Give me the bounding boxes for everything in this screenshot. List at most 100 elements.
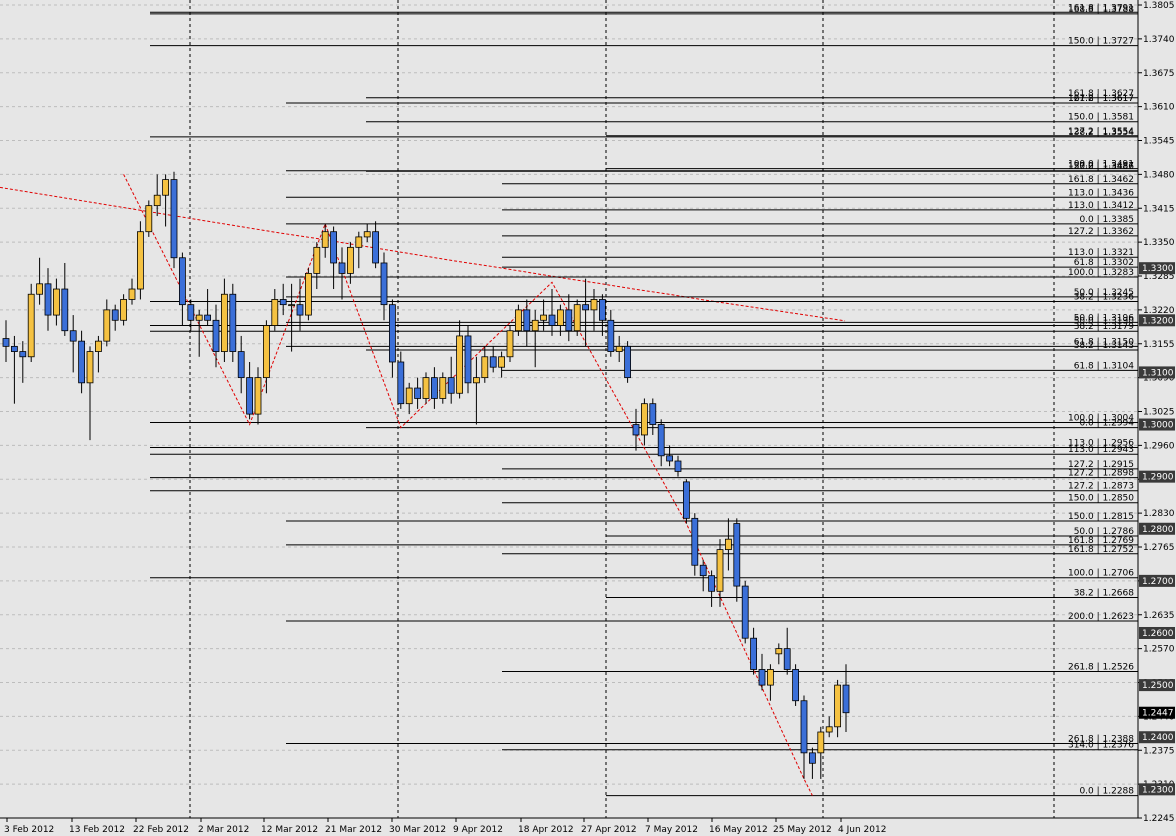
candle-body: [145, 205, 153, 233]
candle-body: [304, 272, 312, 316]
fib-level-label: 113.0 | 1.2943: [1068, 445, 1134, 455]
candle-body: [573, 304, 581, 332]
candle-body: [271, 299, 279, 326]
y-tick-label: 1.3675: [1143, 69, 1175, 79]
candle-body: [565, 309, 573, 332]
fib-level-label: 100.0 | 1.2706: [1068, 569, 1134, 579]
price-box-label: 1.2800: [1142, 525, 1174, 535]
fib-level-label: 150.0 | 1.3486: [1068, 162, 1134, 172]
price-box-label: 1.3200: [1142, 316, 1174, 326]
candle-body: [430, 377, 438, 399]
candle-body: [296, 304, 304, 316]
x-tick-label: 22 Feb 2012: [133, 825, 189, 835]
candle-body: [388, 304, 396, 363]
candle-body: [657, 424, 665, 457]
y-tick-label: 1.2830: [1143, 509, 1175, 519]
candle-body: [178, 257, 186, 306]
candle-body: [557, 309, 564, 326]
candle-body: [288, 304, 296, 307]
fib-level-label: 127.2 | 1.3617: [1068, 94, 1134, 104]
y-tick-label: 1.3610: [1143, 103, 1175, 113]
candle-body: [204, 314, 212, 321]
candle-body: [44, 283, 52, 316]
candle-body: [86, 351, 94, 384]
y-tick-label: 1.2960: [1143, 441, 1175, 451]
y-tick-label: 1.2245: [1143, 814, 1175, 824]
fib-level-label: 113.0 | 1.3412: [1068, 201, 1134, 211]
candle-body: [624, 345, 631, 379]
candle-body: [775, 648, 783, 655]
x-tick-label: 27 Apr 2012: [581, 825, 637, 835]
candle-body: [422, 377, 430, 399]
candle-body: [691, 517, 699, 566]
candle-body: [783, 648, 791, 670]
fib-level-label: 61.8 | 1.3302: [1074, 258, 1134, 268]
candle-body: [716, 549, 724, 592]
fib-level-label: 150.0 | 1.2850: [1068, 494, 1134, 504]
candle-body: [19, 351, 27, 358]
candle-body: [27, 293, 35, 358]
y-tick-label: 1.3415: [1143, 204, 1175, 214]
candle-body: [246, 377, 254, 415]
fib-level-label: 161.8 | 1.3462: [1068, 175, 1134, 185]
candle-body: [590, 299, 598, 311]
y-tick-label: 1.3545: [1143, 137, 1175, 147]
candle-body: [540, 314, 547, 321]
candle-body: [733, 523, 741, 587]
candle-body: [758, 669, 766, 686]
candle-body: [338, 262, 346, 274]
y-tick-label: 1.3155: [1143, 340, 1175, 350]
candle-body: [61, 288, 69, 332]
x-tick-label: 9 Apr 2012: [453, 825, 503, 835]
candle-body: [363, 231, 371, 238]
candle-body: [120, 299, 127, 321]
fib-level-label: 100.0 | 1.3283: [1068, 268, 1134, 278]
candle-body: [220, 293, 228, 352]
fib-level-label: 38.2 | 1.3179: [1074, 322, 1135, 332]
candle-body: [380, 262, 388, 306]
candle-body: [229, 293, 237, 352]
candle-body: [187, 304, 195, 321]
fib-level-label: 127.2 | 1.3362: [1068, 227, 1134, 237]
candle-body: [346, 246, 354, 274]
candle-body: [111, 309, 119, 321]
y-tick-label: 1.3350: [1143, 238, 1175, 248]
fib-level-label: 138.2 | 1.3554: [1068, 128, 1134, 138]
fib-level-label: 314.0 | 1.2376: [1068, 741, 1134, 751]
x-tick-label: 7 May 2012: [645, 825, 698, 835]
price-box-label: 1.2400: [1142, 733, 1174, 743]
fib-level-label: 113.0 | 1.3321: [1068, 248, 1134, 258]
candle-body: [10, 345, 18, 352]
candle-body: [531, 319, 539, 332]
price-chart[interactable]: 161.8 | 1.3791168.8 | 1.3788150.0 | 1.37…: [0, 0, 1176, 836]
candle-body: [456, 335, 464, 394]
candle-body: [36, 283, 43, 295]
candle-body: [195, 314, 203, 321]
candle-body: [683, 481, 690, 519]
candle-body: [800, 700, 808, 754]
fib-level-label: 150.0 | 1.2815: [1068, 512, 1134, 522]
candle-body: [615, 345, 623, 352]
fib-level-label: 61.8 | 1.3104: [1074, 361, 1135, 371]
candle-body: [641, 403, 648, 436]
fib-level-label: 0.0 | 1.3385: [1079, 215, 1134, 225]
candle-body: [767, 669, 774, 686]
candle-body: [128, 288, 136, 300]
price-box-label: 1.3100: [1142, 368, 1174, 378]
candle-body: [582, 304, 589, 311]
candle-body: [481, 356, 489, 379]
fib-level-label: 113.0 | 1.3436: [1068, 188, 1134, 198]
fib-level-label: 0.0 | 1.2994: [1079, 419, 1134, 429]
candle-body: [607, 319, 615, 352]
candle-body: [254, 377, 262, 415]
candle-body: [792, 669, 799, 702]
y-tick-label: 1.2765: [1143, 543, 1175, 553]
x-tick-label: 12 Mar 2012: [261, 825, 318, 835]
candle-body: [649, 403, 657, 425]
x-tick-label: 18 Apr 2012: [518, 825, 574, 835]
fib-level-label: 127.2 | 1.2873: [1068, 482, 1134, 492]
candle-body: [405, 387, 413, 405]
fib-level-label: 150.0 | 1.3581: [1068, 113, 1134, 123]
x-tick-label: 2 Mar 2012: [198, 825, 249, 835]
candle-body: [472, 377, 480, 384]
